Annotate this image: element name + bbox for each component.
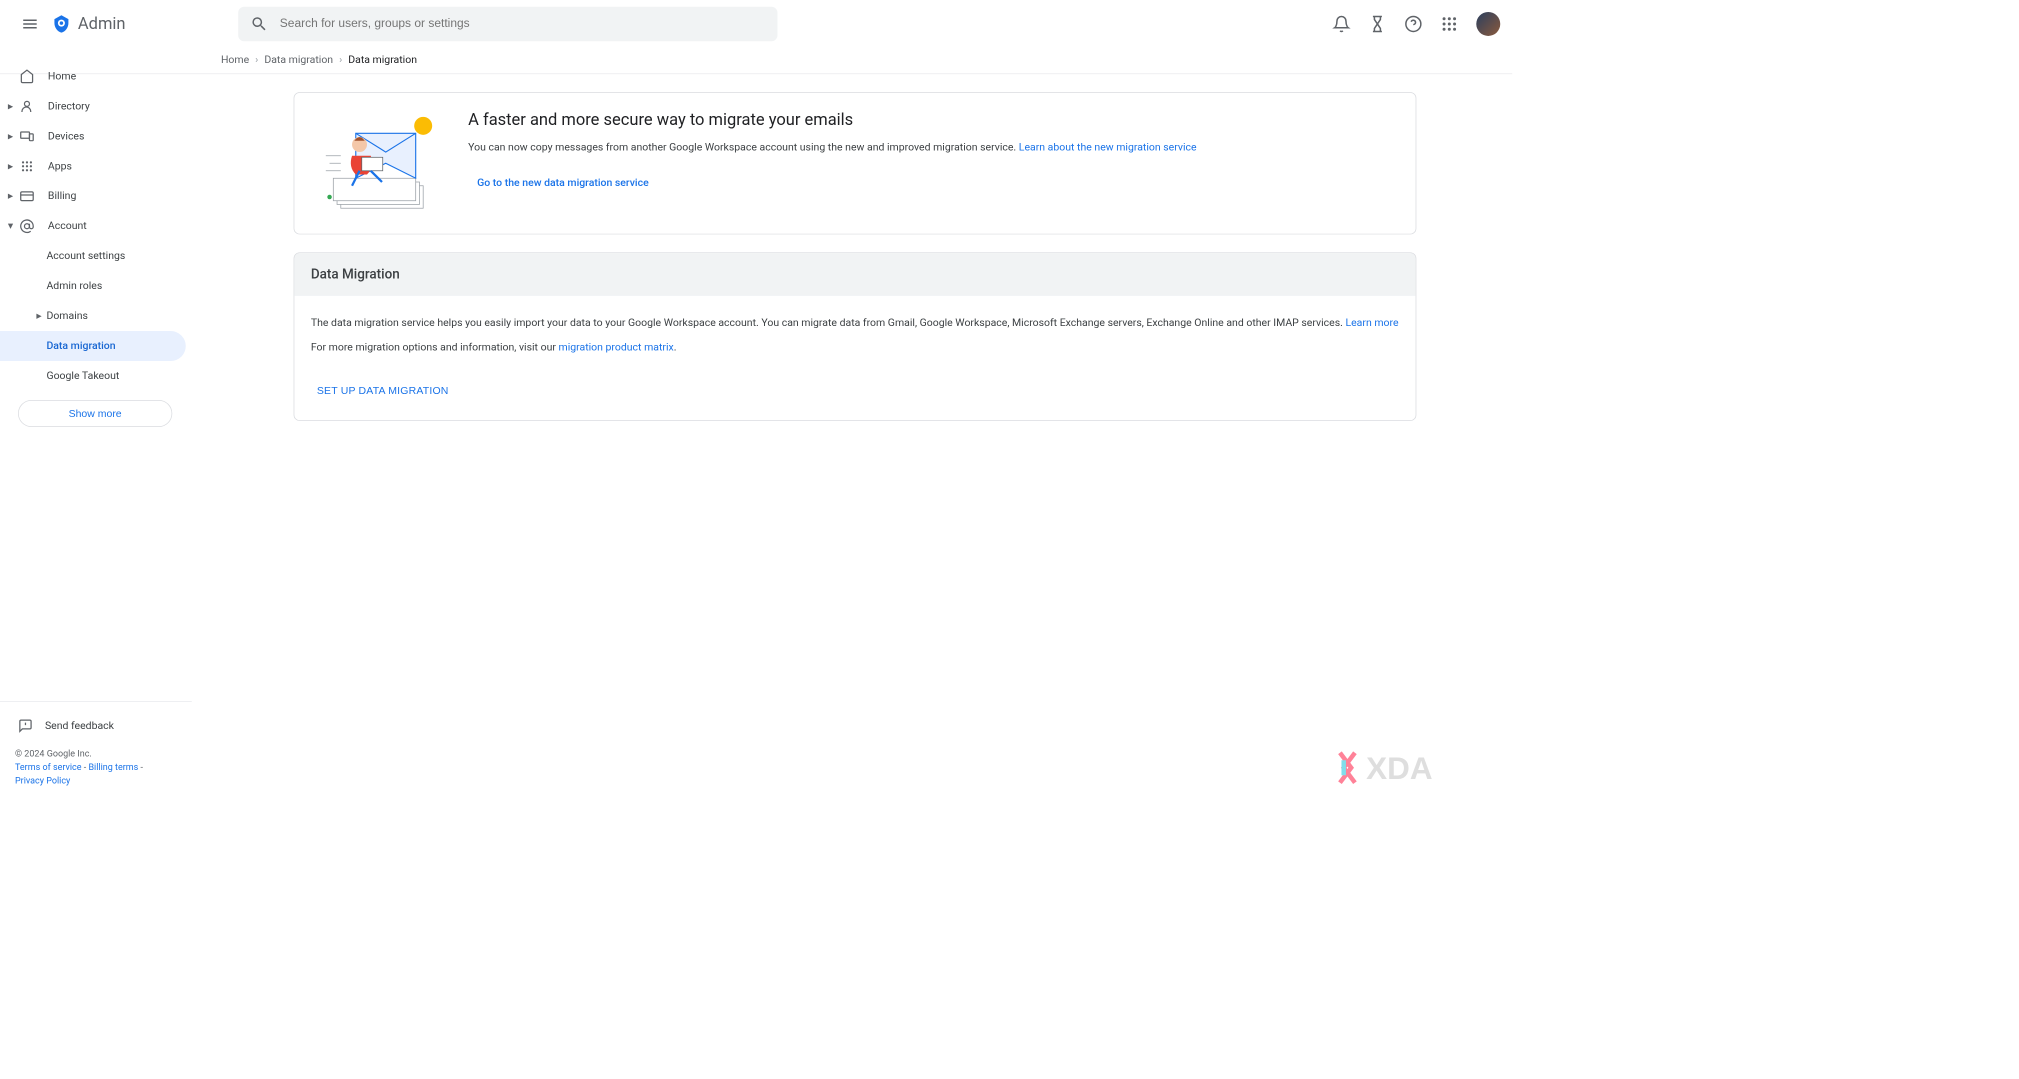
- sidebar-item-label: Data migration: [46, 340, 115, 352]
- copyright: © 2024 Google Inc.: [15, 747, 177, 760]
- sidebar-item-domains[interactable]: ▸ Domains: [0, 301, 186, 331]
- tasks-button[interactable]: [1362, 9, 1392, 39]
- sidebar-item-apps[interactable]: ▸ Apps: [0, 151, 186, 181]
- sidebar-item-admin-roles[interactable]: Admin roles: [0, 271, 186, 301]
- svg-text:XDA: XDA: [1366, 751, 1432, 786]
- collapse-arrow-icon[interactable]: ▾: [4, 220, 16, 232]
- menu-button[interactable]: [12, 6, 48, 42]
- chevron-right-icon: ›: [255, 54, 258, 66]
- sidebar-item-label: Admin roles: [46, 280, 102, 292]
- sidebar-footer: Send feedback © 2024 Google Inc. Terms o…: [0, 701, 192, 808]
- breadcrumb-home[interactable]: Home: [221, 54, 249, 66]
- apps-launcher-button[interactable]: [1434, 9, 1464, 39]
- sidebar-item-directory[interactable]: ▸ Directory: [0, 91, 186, 121]
- sidebar-item-home[interactable]: Home: [0, 61, 186, 91]
- sidebar-item-devices[interactable]: ▸ Devices: [0, 121, 186, 151]
- sidebar-item-label: Billing: [48, 190, 76, 202]
- learn-about-link[interactable]: Learn about the new migration service: [1019, 142, 1197, 154]
- logo[interactable]: Admin: [51, 13, 126, 34]
- search-icon: [250, 15, 268, 33]
- product-name: Admin: [78, 15, 126, 34]
- sidebar-item-label: Devices: [48, 130, 84, 142]
- sidebar-item-account[interactable]: ▾ Account: [0, 211, 186, 241]
- sidebar-item-account-settings[interactable]: Account settings: [0, 241, 186, 271]
- main-content: A faster and more secure way to migrate …: [192, 74, 1512, 421]
- promo-description: You can now copy messages from another G…: [468, 140, 1392, 156]
- sidebar-item-data-migration[interactable]: Data migration: [0, 331, 186, 361]
- sidebar-item-label: Google Takeout: [46, 370, 119, 382]
- account-avatar[interactable]: [1476, 12, 1500, 36]
- admin-logo-icon: [51, 13, 72, 34]
- promo-card: A faster and more secure way to migrate …: [294, 92, 1417, 234]
- migration-matrix-link[interactable]: migration product matrix: [559, 342, 674, 354]
- footer-legal: © 2024 Google Inc. Terms of service - Bi…: [0, 741, 192, 799]
- apps-grid-icon: [1440, 15, 1458, 33]
- sidebar-item-label: Account: [48, 220, 87, 232]
- apps-icon: [18, 157, 36, 175]
- header: Admin: [0, 0, 1512, 48]
- sidebar-item-label: Home: [48, 70, 76, 82]
- expand-arrow-icon[interactable]: ▸: [4, 130, 16, 142]
- bell-icon: [1332, 15, 1350, 33]
- at-sign-icon: [18, 217, 36, 235]
- person-icon: [18, 97, 36, 115]
- chevron-right-icon: ›: [339, 54, 342, 66]
- learn-more-link[interactable]: Learn more: [1345, 317, 1398, 329]
- sidebar-item-google-takeout[interactable]: Google Takeout: [0, 361, 186, 391]
- show-more-button[interactable]: Show more: [18, 400, 172, 427]
- section-header: Data Migration: [294, 253, 1415, 296]
- breadcrumb-current: Data migration: [348, 54, 417, 66]
- send-feedback-button[interactable]: Send feedback: [0, 711, 192, 741]
- expand-arrow-icon[interactable]: ▸: [4, 190, 16, 202]
- breadcrumb: Home › Data migration › Data migration: [0, 48, 1512, 72]
- sidebar-item-billing[interactable]: ▸ Billing: [0, 181, 186, 211]
- help-icon: [1404, 15, 1422, 33]
- sidebar-item-label: Account settings: [46, 250, 125, 262]
- devices-icon: [18, 127, 36, 145]
- credit-card-icon: [18, 187, 36, 205]
- separator: -: [138, 762, 143, 772]
- header-actions: [1326, 9, 1500, 39]
- feedback-icon: [18, 718, 33, 733]
- home-icon: [18, 67, 36, 85]
- xda-watermark: XDA: [1332, 745, 1497, 793]
- search-input[interactable]: [280, 17, 765, 30]
- setup-data-migration-button[interactable]: SET UP DATA MIGRATION: [311, 379, 455, 403]
- sidebar: Home ▸ Directory ▸ Devices ▸ Apps ▸ Bill…: [0, 58, 192, 808]
- notifications-button[interactable]: [1326, 9, 1356, 39]
- menu-icon: [21, 15, 39, 33]
- section-more-info: For more migration options and informati…: [311, 339, 1399, 358]
- hourglass-icon: [1368, 15, 1386, 33]
- promo-title: A faster and more secure way to migrate …: [468, 111, 1392, 130]
- expand-arrow-icon[interactable]: ▸: [4, 160, 16, 172]
- section-description: The data migration service helps you eas…: [311, 314, 1399, 333]
- section-title: Data Migration: [311, 267, 1399, 283]
- breadcrumb-data-migration[interactable]: Data migration: [264, 54, 333, 66]
- send-feedback-label: Send feedback: [45, 720, 114, 732]
- expand-arrow-icon[interactable]: ▸: [33, 310, 45, 322]
- terms-link[interactable]: Terms of service: [15, 762, 82, 772]
- help-button[interactable]: [1398, 9, 1428, 39]
- promo-illustration: [318, 111, 438, 216]
- search-box[interactable]: [238, 7, 777, 41]
- billing-terms-link[interactable]: Billing terms: [88, 762, 138, 772]
- data-migration-card: Data Migration The data migration servic…: [294, 252, 1417, 421]
- expand-arrow-icon[interactable]: ▸: [4, 100, 16, 112]
- go-to-service-link[interactable]: Go to the new data migration service: [468, 171, 658, 195]
- nav: Home ▸ Directory ▸ Devices ▸ Apps ▸ Bill…: [0, 58, 192, 701]
- privacy-link[interactable]: Privacy Policy: [15, 775, 70, 785]
- sidebar-item-label: Domains: [46, 310, 88, 322]
- sidebar-item-label: Directory: [48, 100, 90, 112]
- sidebar-item-label: Apps: [48, 160, 72, 172]
